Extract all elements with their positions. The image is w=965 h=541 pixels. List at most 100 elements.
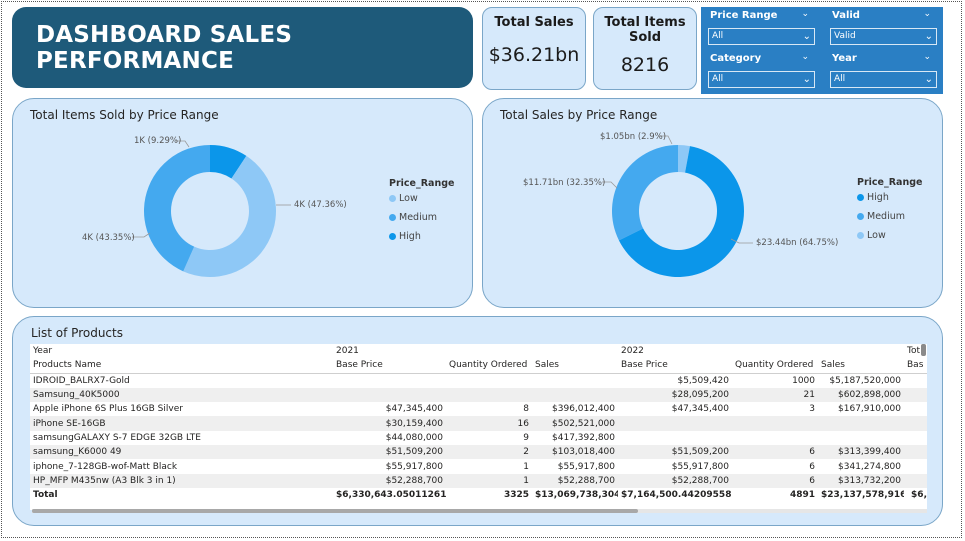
table-cell: Apple iPhone 6S Plus 16GB Silver: [33, 404, 183, 415]
valid-dropdown-value: Valid: [834, 31, 856, 41]
legend-item-medium[interactable]: Medium: [857, 211, 905, 222]
category-dropdown[interactable]: All ⌄: [708, 71, 815, 88]
table-cell: [904, 459, 927, 473]
legend-item-high[interactable]: High: [389, 231, 421, 242]
sales-chart-panel[interactable]: Total Sales by Price Range $1.05bn (2.9%…: [482, 98, 943, 308]
table-row[interactable]: IDROID_BALRX7-Gold $5,509,420 1000 $5,187,5…: [30, 373, 927, 388]
price-range-slicer[interactable]: Price Range ⌄ All ⌄: [701, 7, 817, 49]
table-cell: HP_MFP M435nw (A3 Blk 3 in 1): [30, 473, 333, 488]
price-range-dropdown-value: All: [712, 31, 724, 41]
legend-dot-icon: [857, 194, 864, 201]
year-header-row[interactable]: Year 2021 2022 Tot: [30, 344, 927, 358]
chevron-down-icon[interactable]: ⌄: [923, 9, 931, 19]
legend-label: Low: [867, 230, 886, 241]
total-sales-label: Total Sales: [494, 15, 574, 30]
horizontal-scrollbar-thumb[interactable]: [32, 509, 638, 513]
valid-slicer-label: Valid: [832, 10, 860, 21]
table-cell: 1000: [792, 375, 815, 386]
table-cell: [904, 387, 927, 403]
table-cell: samsungGALAXY S-7 EDGE 32GB LTE: [33, 432, 201, 443]
table-cell: [818, 431, 904, 445]
table-cell: 6: [732, 445, 818, 460]
table-cell: 6: [732, 473, 818, 488]
total-items-card[interactable]: Total Items Sold 8216: [593, 7, 697, 90]
table-cell: [732, 431, 818, 445]
table-cell: Bas: [904, 358, 927, 374]
table-row[interactable]: HP_MFP M435nw (A3 Blk 3 in 1) $52,288,700…: [30, 473, 927, 488]
table-cell: $51,509,200: [333, 445, 446, 460]
legend-item-medium[interactable]: Medium: [389, 212, 437, 223]
sales-donut[interactable]: [483, 99, 944, 309]
chevron-down-icon[interactable]: ⌄: [801, 52, 809, 62]
column-header-row[interactable]: Products Name Base Price Quantity Ordered S…: [30, 358, 927, 374]
table-cell: Sales: [818, 358, 904, 374]
table-cell: iPhone SE-16GB: [30, 416, 333, 431]
vertical-scrollbar-thumb[interactable]: [921, 344, 926, 356]
table-row[interactable]: iphone_7-128GB-wof-Matt Black $55,917,800…: [30, 459, 927, 473]
category-slicer[interactable]: Category ⌄ All ⌄: [701, 50, 817, 92]
items-sold-chart-panel[interactable]: Total Items Sold by Price Range 1K (9.29…: [12, 98, 473, 308]
table-cell: $47,345,400: [385, 404, 443, 415]
table-cell: IDROID_BALRX7-Gold: [33, 375, 130, 386]
data-label-medium: $11.71bn (32.35%): [523, 178, 606, 188]
table-cell: 3: [809, 404, 815, 415]
table-row[interactable]: Samsung_40K5000 $28,095,200 21 $602,898,000: [30, 387, 927, 403]
table-cell: [904, 416, 927, 431]
table-cell: [532, 387, 618, 403]
table-cell: Sales: [532, 358, 618, 374]
legend-label: High: [867, 192, 889, 203]
table-cell: $6,330,643.050112613: [336, 490, 446, 501]
valid-dropdown[interactable]: Valid ⌄: [830, 28, 937, 45]
table-cell: [818, 344, 904, 358]
table-cell: Quantity Ordered: [732, 358, 818, 374]
products-table[interactable]: Year 2021 2022 Tot Products Name Base Price Qu…: [30, 344, 927, 510]
total-items-label: Total Items Sold: [604, 15, 686, 45]
legend-item-low[interactable]: Low: [389, 193, 418, 204]
table-cell: iphone_7-128GB-wof-Matt Black: [33, 461, 178, 472]
table-cell: 2022: [621, 346, 644, 357]
year-dropdown[interactable]: All ⌄: [830, 71, 937, 88]
table-cell: $52,288,700: [333, 473, 446, 488]
price-range-slicer-label: Price Range: [710, 10, 778, 21]
table-row[interactable]: samsung_K6000 49 $51,509,200 2 $103,018,400…: [30, 445, 927, 460]
chevron-down-icon[interactable]: ⌄: [923, 52, 931, 62]
legend-item-high[interactable]: High: [857, 192, 889, 203]
year-slicer[interactable]: Year ⌄ All ⌄: [823, 50, 939, 92]
legend-dot-icon: [857, 213, 864, 220]
total-items-value: 8216: [620, 54, 670, 76]
table-cell: 3325: [503, 490, 529, 501]
legend-title: Price_Range: [389, 178, 455, 189]
table-cell: $51,509,200: [618, 445, 732, 460]
table-cell: Quantity Ordered: [446, 358, 532, 374]
dashboard-title-text: DASHBOARD SALES PERFORMANCE: [36, 21, 293, 74]
chevron-down-icon[interactable]: ⌄: [801, 9, 809, 19]
products-matrix[interactable]: Year 2021 2022 Tot Products Name Base Price Qu…: [30, 344, 927, 502]
total-sales-value: $36.21bn: [488, 44, 580, 66]
valid-slicer[interactable]: Valid ⌄ Valid ⌄: [823, 7, 939, 49]
table-row[interactable]: Apple iPhone 6S Plus 16GB Silver $47,345,…: [30, 402, 927, 416]
donut-slice-medium[interactable]: [612, 145, 678, 241]
chevron-down-icon: ⌄: [924, 74, 933, 85]
items-sold-donut[interactable]: [13, 99, 474, 309]
table-cell: $55,917,800: [671, 461, 729, 472]
table-cell: [904, 373, 927, 388]
table-cell: $6,: [911, 490, 927, 501]
table-cell: 8: [523, 404, 529, 415]
data-label-high: 1K (9.29%): [134, 136, 182, 146]
price-range-dropdown[interactable]: All ⌄: [708, 28, 815, 45]
legend-dot-icon: [389, 214, 396, 221]
table-row[interactable]: samsungGALAXY S-7 EDGE 32GB LTE $44,080,0…: [30, 431, 927, 445]
table-row[interactable]: iPhone SE-16GB $30,159,400 16 $502,521,000: [30, 416, 927, 431]
dashboard-title: DASHBOARD SALES PERFORMANCE: [12, 7, 473, 88]
table-cell: 1: [523, 461, 529, 472]
table-cell: 6: [809, 461, 815, 472]
total-sales-card[interactable]: Total Sales $36.21bn: [482, 7, 586, 90]
table-cell: Base Price: [333, 358, 446, 374]
legend-item-low[interactable]: Low: [857, 230, 886, 241]
table-cell: [904, 445, 927, 460]
table-cell: 9: [523, 432, 529, 443]
table-cell: [904, 473, 927, 488]
table-cell: $313,732,200: [818, 473, 904, 488]
chevron-down-icon: ⌄: [802, 74, 811, 85]
total-row[interactable]: Total $6,330,643.050112613 3325 $13,069,738…: [30, 488, 927, 502]
